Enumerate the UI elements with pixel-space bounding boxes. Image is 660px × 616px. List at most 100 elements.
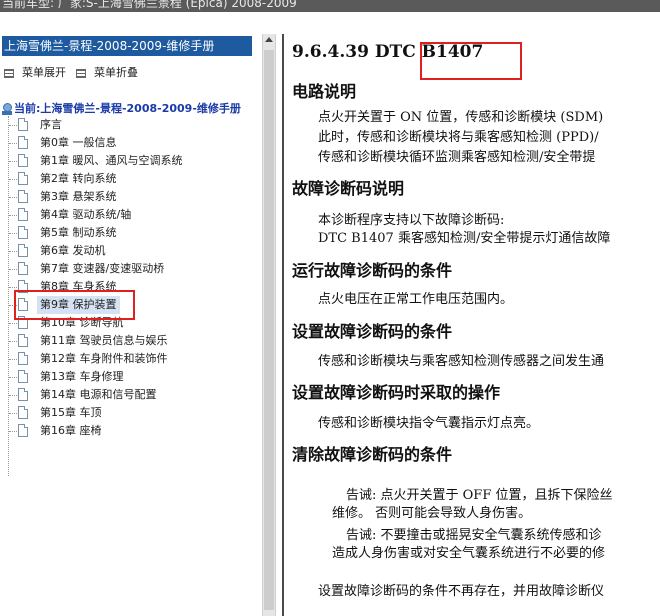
- tree-item-3[interactable]: 第2章 转向系统: [0, 170, 250, 188]
- section-heading: 设置故障诊断码的条件: [292, 322, 453, 341]
- section-text-line: DTC B1407 乘客感知检测/安全带提示灯通信故障: [318, 231, 611, 246]
- section-text-line: 传感和诊断模块循环监测乘客感知检测/安全带提: [318, 150, 596, 165]
- section-heading: 故障诊断码说明: [292, 179, 405, 198]
- tree-connector: [9, 287, 17, 288]
- menu-collapse-label: 菜单折叠: [94, 66, 138, 79]
- tree-connector: [9, 431, 17, 432]
- tree-item-label: 序言: [40, 118, 62, 131]
- document-icon: [18, 352, 28, 365]
- tree-item-5[interactable]: 第4章 驱动系统/轴: [0, 206, 250, 224]
- tree-item-label: 第5章 制动系统: [40, 226, 117, 239]
- sidebar-scrollbar[interactable]: [262, 34, 276, 616]
- tree-connector: [9, 179, 17, 180]
- sidebar-header: 上海雪佛兰-景程-2008-2009-维修手册: [2, 36, 252, 56]
- tree-connector: [9, 323, 17, 324]
- tree-item-label: 第14章 电源和信号配置: [40, 388, 157, 401]
- document-content: 9.6.4.39 DTC B1407 电路说明 点火开关置于 ON 位置，传感和诊…: [282, 34, 660, 616]
- tree-item-6[interactable]: 第5章 制动系统: [0, 224, 250, 242]
- tree-root-label: 当前:上海雪佛兰-景程-2008-2009-维修手册: [14, 102, 241, 115]
- document-icon: [18, 424, 28, 437]
- tree-root[interactable]: 当前:上海雪佛兰-景程-2008-2009-维修手册: [2, 100, 241, 116]
- tree-connector: [9, 215, 17, 216]
- highlight-box-dtc: [420, 42, 522, 80]
- document-icon: [18, 370, 28, 383]
- menu-expand-label: 菜单展开: [22, 66, 66, 79]
- tree-item-label: 第4章 驱动系统/轴: [40, 208, 132, 221]
- section-text-line: 本诊断程序支持以下故障诊断码:: [318, 213, 505, 228]
- section-heading: 设置故障诊断码时采取的操作: [292, 383, 501, 402]
- section-text-line: 告诫: 不要撞击或摇晃安全气囊系统传感和诊: [346, 528, 602, 543]
- tree-item-label: 第1章 暖风、通风与空调系统: [40, 154, 183, 167]
- section-text-line: 告诫: 点火开关置于 OFF 位置，且拆下保险丝: [346, 488, 613, 503]
- tree-connector: [9, 233, 17, 234]
- tree-connector: [9, 269, 17, 270]
- document-icon: [18, 226, 28, 239]
- tree-connector: [9, 161, 17, 162]
- document-icon: [18, 172, 28, 185]
- tree-connector: [9, 251, 17, 252]
- tree-connector: [9, 125, 17, 126]
- tree-item-label: 第16章 座椅: [40, 424, 102, 437]
- document-icon: [18, 154, 28, 167]
- section-text-line: 维修。 否则可能会导致人身伤害。: [332, 506, 532, 521]
- collapse-icon: [76, 68, 86, 78]
- tree-item-12[interactable]: 第11章 驾驶员信息与娱乐: [0, 332, 250, 350]
- section-heading: 电路说明: [292, 82, 357, 101]
- tree-item-label: 第7章 变速器/变速驱动桥: [40, 262, 165, 275]
- tree-item-15[interactable]: 第14章 电源和信号配置: [0, 386, 250, 404]
- tree-connector: [9, 197, 17, 198]
- tree-item-17[interactable]: 第16章 座椅: [0, 422, 250, 440]
- tree-item-label: 第11章 驾驶员信息与娱乐: [40, 334, 168, 347]
- expand-icon: [4, 68, 14, 78]
- section-text-line: 传感和诊断模块与乘客感知检测传感器之间发生通: [318, 354, 605, 369]
- section-text-line: 点火电压在正常工作电压范围内。: [318, 292, 514, 307]
- document-icon: [18, 262, 28, 275]
- document-icon: [18, 244, 28, 257]
- section-heading: 清除故障诊断码的条件: [292, 445, 453, 464]
- section-text-line: 造成人身伤害或对安全气囊系统进行不必要的修: [332, 546, 606, 561]
- scroll-up-arrow-icon[interactable]: [265, 37, 273, 42]
- menu-collapse-button[interactable]: 菜单折叠: [76, 64, 138, 80]
- tree-item-14[interactable]: 第13章 车身修理: [0, 368, 250, 386]
- document-icon: [18, 406, 28, 419]
- tree-item-2[interactable]: 第1章 暖风、通风与空调系统: [0, 152, 250, 170]
- tree-item-8[interactable]: 第7章 变速器/变速驱动桥: [0, 260, 250, 278]
- document-icon: [18, 334, 28, 347]
- document-icon: [18, 190, 28, 203]
- tree-connector: [9, 143, 17, 144]
- sidebar: 上海雪佛兰-景程-2008-2009-维修手册 菜单展开 菜单折叠 当前:上海雪…: [0, 34, 256, 616]
- tree-item-label: 第0章 一般信息: [40, 136, 117, 149]
- highlight-box-chapter9: [14, 290, 135, 320]
- user-icon: [2, 103, 12, 115]
- tree-connector: [9, 413, 17, 414]
- window-title: 当前车型: 厂家:S-上海雪佛兰景程 (Epica) 2008-2009: [2, 0, 297, 10]
- document-icon: [18, 118, 28, 131]
- window-title-bar: 当前车型: 厂家:S-上海雪佛兰景程 (Epica) 2008-2009: [0, 0, 660, 12]
- tree-item-16[interactable]: 第15章 车顶: [0, 404, 250, 422]
- tree-item-label: 第13章 车身修理: [40, 370, 124, 383]
- tree-item-label: 第12章 车身附件和装饰件: [40, 352, 168, 365]
- document-icon: [18, 208, 28, 221]
- section-text-line: 点火开关置于 ON 位置，传感和诊断模块 (SDM): [318, 110, 604, 125]
- tree-item-4[interactable]: 第3章 悬架系统: [0, 188, 250, 206]
- section-text-line: 设置故障诊断码的条件不再存在，并用故障诊断仪: [318, 584, 605, 599]
- tree-connector: [9, 341, 17, 342]
- tree-item-label: 第6章 发动机: [40, 244, 106, 257]
- section-text-line: 传感和诊断模块指令气囊指示灯点亮。: [318, 416, 540, 431]
- menu-expand-button[interactable]: 菜单展开: [4, 64, 66, 80]
- tree-connector: [9, 377, 17, 378]
- tree-item-label: 第2章 转向系统: [40, 172, 117, 185]
- section-heading: 运行故障诊断码的条件: [292, 261, 453, 280]
- document-icon: [18, 136, 28, 149]
- tree-item-1[interactable]: 第0章 一般信息: [0, 134, 250, 152]
- document-icon: [18, 388, 28, 401]
- scrollbar-thumb[interactable]: [264, 50, 274, 610]
- section-text-line: 此时，传感和诊断模块将与乘客感知检测 (PPD)/: [318, 130, 599, 145]
- tree-item-0[interactable]: 序言: [0, 116, 250, 134]
- tree-item-13[interactable]: 第12章 车身附件和装饰件: [0, 350, 250, 368]
- tree-item-7[interactable]: 第6章 发动机: [0, 242, 250, 260]
- tree-item-label: 第15章 车顶: [40, 406, 102, 419]
- tree-item-label: 第3章 悬架系统: [40, 190, 117, 203]
- tree-connector: [9, 359, 17, 360]
- tree-connector: [9, 395, 17, 396]
